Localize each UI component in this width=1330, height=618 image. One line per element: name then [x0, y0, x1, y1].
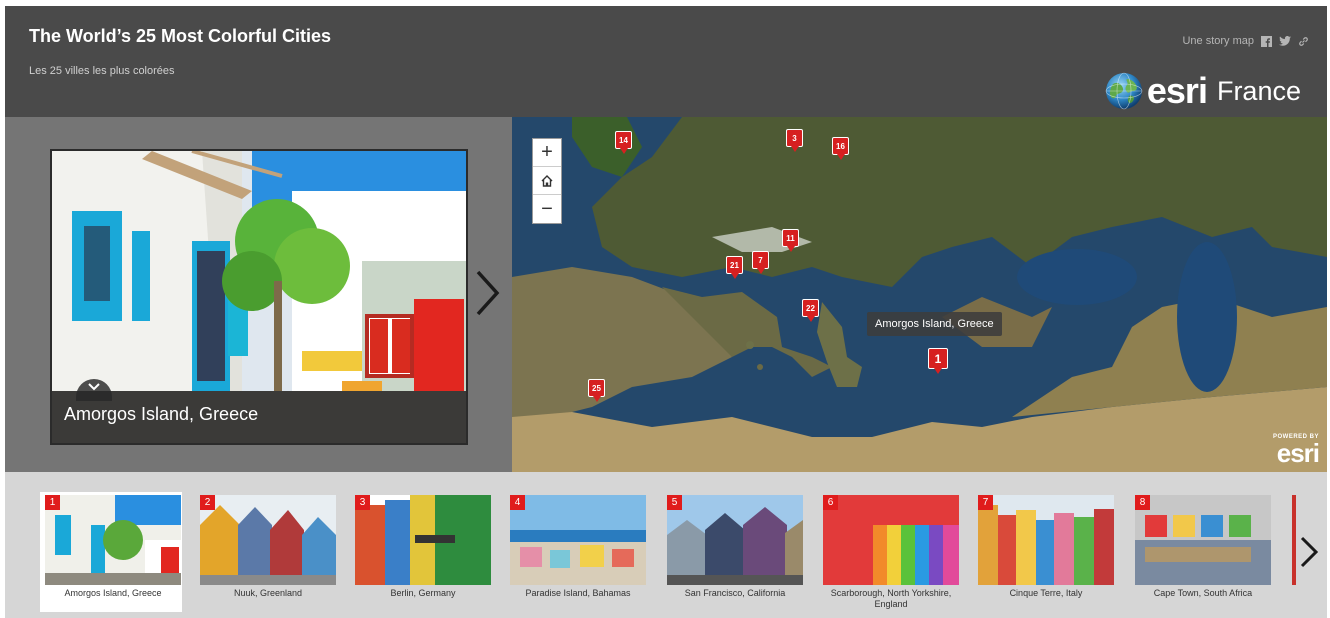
page-title: The World’s 25 Most Colorful Cities	[29, 26, 332, 46]
featured-caption: Amorgos Island, Greece	[64, 404, 259, 424]
thumbnail-image	[45, 495, 181, 585]
thumbnail-number: 6	[823, 495, 838, 510]
carousel-item-2[interactable]: 2 Nuuk, Greenland	[195, 492, 337, 612]
chevron-right-icon	[476, 270, 500, 316]
map-pin[interactable]: 7	[752, 251, 769, 269]
thumbnail-image	[355, 495, 491, 585]
map-tooltip: Amorgos Island, Greece	[867, 312, 1002, 336]
main-content: Amorgos Island, Greece + − 14 3 16 11 21…	[5, 117, 1327, 472]
carousel-next-button[interactable]	[1298, 528, 1322, 576]
thumbnail-label: Berlin, Germany	[390, 588, 456, 598]
zoom-controls: + −	[532, 138, 562, 224]
carousel-item-8[interactable]: 8 Cape Town, South Africa	[1130, 492, 1272, 612]
story-map-app: The World’s 25 Most Colorful Cities Les …	[5, 6, 1327, 618]
thumbnail-label: Cape Town, South Africa	[1153, 588, 1253, 598]
thumbnail-image	[1135, 495, 1271, 585]
zoom-out-button[interactable]: −	[533, 195, 561, 223]
thumbnail-label: Paradise Island, Bahamas	[525, 588, 631, 598]
map-pin[interactable]: 3	[786, 129, 803, 147]
thumbnail-image	[978, 495, 1114, 585]
next-thumbnail-edge	[1292, 495, 1296, 585]
map-pin-selected[interactable]: 1	[928, 348, 948, 369]
home-button[interactable]	[533, 167, 561, 195]
home-icon	[541, 174, 553, 187]
map-pin[interactable]: 21	[726, 256, 743, 274]
thumbnail-number: 5	[667, 495, 682, 510]
story-label: Une story map	[1182, 35, 1254, 47]
featured-panel: Amorgos Island, Greece	[5, 117, 512, 472]
logo-brand: esri	[1146, 70, 1208, 111]
thumbnail-image	[200, 495, 336, 585]
thumbnail-number: 2	[200, 495, 215, 510]
map-pin[interactable]: 11	[782, 229, 799, 247]
map-pin[interactable]: 14	[615, 131, 632, 149]
carousel-item-5[interactable]: 5 San Francisco, California	[662, 492, 804, 612]
thumbnail-image	[510, 495, 646, 585]
map-pin[interactable]: 22	[802, 299, 819, 317]
thumbnail-number: 8	[1135, 495, 1150, 510]
thumbnail-number: 4	[510, 495, 525, 510]
powered-by-brand: esri	[1276, 438, 1320, 468]
map-view[interactable]: + − 14 3 16 11 21 7 22 1 25 Amorgos Isla…	[512, 117, 1327, 472]
thumbnail-label: San Francisco, California	[684, 588, 786, 598]
thumbnail-image	[667, 495, 803, 585]
thumbnail-number: 7	[978, 495, 993, 510]
zoom-in-button[interactable]: +	[533, 139, 561, 167]
thumbnail-number: 3	[355, 495, 370, 510]
chevron-down-icon	[88, 383, 100, 391]
featured-photo[interactable]: Amorgos Island, Greece	[50, 149, 468, 445]
thumbnail-carousel: 1 Amorgos Island, Greece 2 Nuuk, Greenla…	[5, 472, 1327, 618]
powered-by-esri: POWERED BY esri	[1273, 434, 1320, 468]
carousel-item-3[interactable]: 3 Berlin, Germany	[350, 492, 492, 612]
thumbnail-label: Amorgos Island, Greece	[64, 588, 162, 598]
globe-icon	[1105, 72, 1143, 110]
satellite-map	[512, 117, 1327, 472]
thumbnail-label: Nuuk, Greenland	[233, 588, 303, 598]
carousel-item-4[interactable]: 4 Paradise Island, Bahamas	[505, 492, 647, 612]
header: The World’s 25 Most Colorful Cities Les …	[5, 6, 1327, 117]
caption-bar: Amorgos Island, Greece	[52, 391, 466, 443]
carousel-item-1[interactable]: 1 Amorgos Island, Greece	[40, 492, 182, 612]
page-subtitle: Les 25 villes les plus colorées	[29, 65, 175, 77]
twitter-icon[interactable]	[1279, 36, 1291, 46]
thumbnail-image	[823, 495, 959, 585]
link-icon[interactable]	[1298, 36, 1309, 47]
carousel-item-6[interactable]: 6 Scarborough, North Yorkshire, England	[818, 492, 960, 612]
facebook-icon[interactable]	[1261, 35, 1272, 47]
thumbnail-number: 1	[45, 495, 60, 510]
map-pin[interactable]: 25	[588, 379, 605, 397]
chevron-right-icon	[1300, 536, 1319, 568]
logo-region: France	[1216, 75, 1301, 106]
next-story-button[interactable]	[475, 269, 501, 317]
carousel-item-7[interactable]: 7 Cinque Terre, Italy	[973, 492, 1115, 612]
thumbnail-label: Scarborough, North Yorkshire, England	[830, 588, 952, 609]
thumbnail-label: Cinque Terre, Italy	[1009, 588, 1083, 598]
esri-france-logo: esri France	[1105, 72, 1301, 110]
map-pin[interactable]: 16	[832, 137, 849, 155]
share-bar: Une story map	[1182, 35, 1309, 47]
